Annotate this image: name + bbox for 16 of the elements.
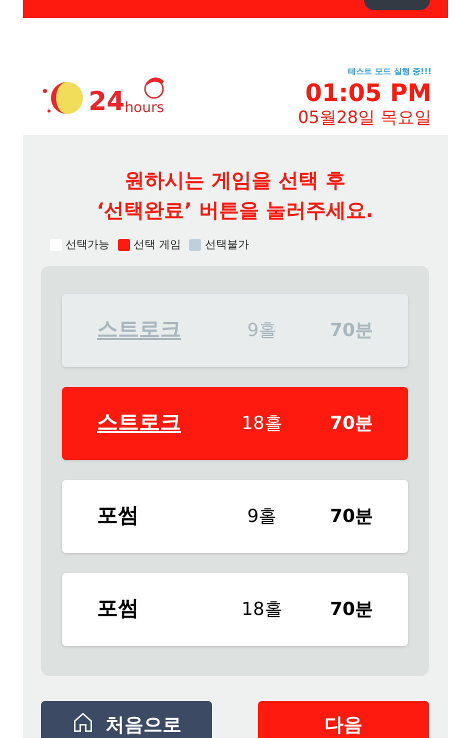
logo-text: 24 <box>88 88 125 114</box>
home-icon <box>72 710 94 732</box>
legend-label: 선택 게임 <box>134 237 181 253</box>
logo-text: hours <box>124 100 164 114</box>
test-mode-notice: 테스트 모드 실행 중!!! <box>348 66 432 78</box>
instruction-text: ‘선택완료’ 버튼을 눌러주세요. <box>96 197 374 224</box>
clock-time: 01:05 PM <box>305 78 432 108</box>
instruction-text: 원하시는 게임을 선택 후 <box>124 167 346 194</box>
home-button[interactable]: 처음으로 <box>41 700 212 738</box>
legend-label: 선택불가 <box>205 237 249 253</box>
clock-date: 05월28일 목요일 <box>298 108 432 130</box>
game-option[interactable]: 포썸 9홀 70분 <box>62 480 408 552</box>
next-button[interactable]: 다음 <box>258 700 429 738</box>
game-option[interactable]: 포썸 18홀 70분 <box>62 572 408 646</box>
game-option[interactable]: 스트로크 18홀 70분 <box>62 386 408 460</box>
legend-label: 선택가능 <box>66 237 110 253</box>
